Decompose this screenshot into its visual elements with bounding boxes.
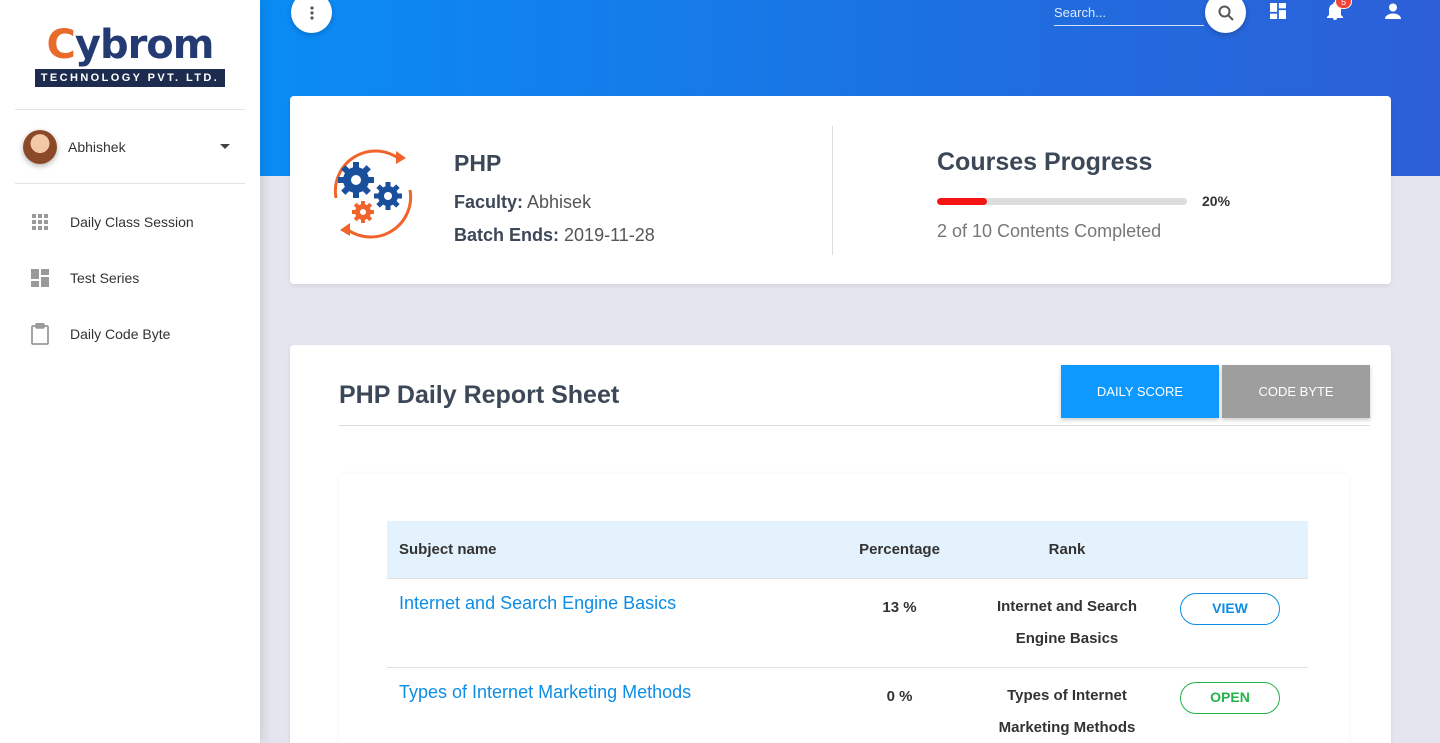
user-menu[interactable]: Abhishek	[15, 110, 245, 184]
divider	[832, 126, 833, 255]
progress-title: Courses Progress	[937, 148, 1153, 176]
percentage-cell: 13 %	[817, 577, 982, 667]
divider	[339, 425, 1370, 426]
daily-score-button[interactable]: DAILY SCORE	[1061, 365, 1219, 418]
caret-down-icon	[220, 144, 230, 149]
subject-cell: Internet and Search Engine Basics	[387, 577, 817, 667]
report-title: PHP Daily Report Sheet	[339, 381, 620, 409]
progress-percent: 20%	[1202, 193, 1231, 209]
subject-cell: Types of Internet Marketing Methods	[387, 666, 817, 743]
sidebar-nav: Daily Class Session Test Series Daily Co…	[0, 184, 260, 362]
action-cell: VIEW	[1152, 577, 1308, 667]
search-input[interactable]	[1054, 0, 1204, 26]
view-button[interactable]: VIEW	[1180, 592, 1280, 625]
open-button[interactable]: OPEN	[1180, 681, 1280, 714]
report-table: Subject name Percentage Rank Internet an…	[387, 521, 1308, 743]
sidebar: Cybrom TECHNOLOGY PVT. LTD. Abhishek Dai…	[0, 0, 260, 743]
sidebar-item-label: Daily Class Session	[70, 214, 194, 230]
sidebar-item-label: Test Series	[70, 270, 140, 286]
sidebar-item-daily-class-session[interactable]: Daily Class Session	[0, 194, 260, 250]
logo-wordmark: Cybrom	[46, 21, 215, 68]
dashboard-icon	[31, 269, 49, 287]
course-title: PHP	[454, 150, 502, 176]
subject-link[interactable]: Types of Internet Marketing Methods	[399, 668, 691, 703]
gears-icon	[333, 149, 413, 239]
action-cell: OPEN	[1152, 666, 1308, 743]
report-card: PHP Daily Report Sheet DAILY SCORE CODE …	[290, 345, 1391, 743]
column-header-subject: Subject name	[399, 540, 497, 558]
subject-link[interactable]: Internet and Search Engine Basics	[399, 579, 676, 614]
user-name: Abhishek	[68, 138, 126, 155]
clipboard-icon	[31, 323, 49, 345]
table-row: Types of Internet Marketing Methods 0 % …	[387, 666, 1308, 743]
dashboard-icon	[1270, 3, 1286, 19]
logo-tagline: TECHNOLOGY PVT. LTD.	[34, 68, 226, 87]
more-vert-icon	[309, 5, 314, 20]
person-icon	[1385, 3, 1401, 19]
apps-grid-icon	[31, 213, 49, 231]
percentage-cell: 0 %	[817, 666, 982, 743]
column-header-action	[1152, 521, 1308, 578]
report-table-card: Subject name Percentage Rank Internet an…	[339, 474, 1349, 743]
rank-cell: Types of Internet Marketing Methods	[982, 666, 1152, 743]
sidebar-item-daily-code-byte[interactable]: Daily Code Byte	[0, 306, 260, 362]
brand-logo[interactable]: Cybrom TECHNOLOGY PVT. LTD.	[15, 0, 245, 110]
course-batch-end: Batch Ends: 2019-11-28	[454, 225, 655, 245]
rank-cell: Internet and Search Engine Basics	[982, 577, 1152, 667]
progress-bar	[937, 198, 1187, 205]
profile-button[interactable]	[1382, 0, 1404, 22]
avatar	[23, 129, 57, 164]
table-header-row: Subject name Percentage Rank	[387, 521, 1308, 578]
search-icon	[1218, 5, 1234, 21]
sidebar-item-label: Daily Code Byte	[70, 326, 171, 342]
dashboard-button[interactable]	[1267, 0, 1289, 22]
course-card: PHP Faculty: Abhisek Batch Ends: 2019-11…	[290, 96, 1391, 284]
column-header-rank: Rank	[1048, 540, 1086, 558]
table-row: Internet and Search Engine Basics 13 % I…	[387, 577, 1308, 667]
sidebar-item-test-series[interactable]: Test Series	[0, 250, 260, 306]
progress-fill	[937, 198, 987, 205]
code-byte-button[interactable]: CODE BYTE	[1222, 365, 1370, 418]
column-header-percentage: Percentage	[859, 540, 940, 558]
progress-subtitle: 2 of 10 Contents Completed	[937, 221, 1162, 241]
course-faculty: Faculty: Abhisek	[454, 192, 592, 212]
